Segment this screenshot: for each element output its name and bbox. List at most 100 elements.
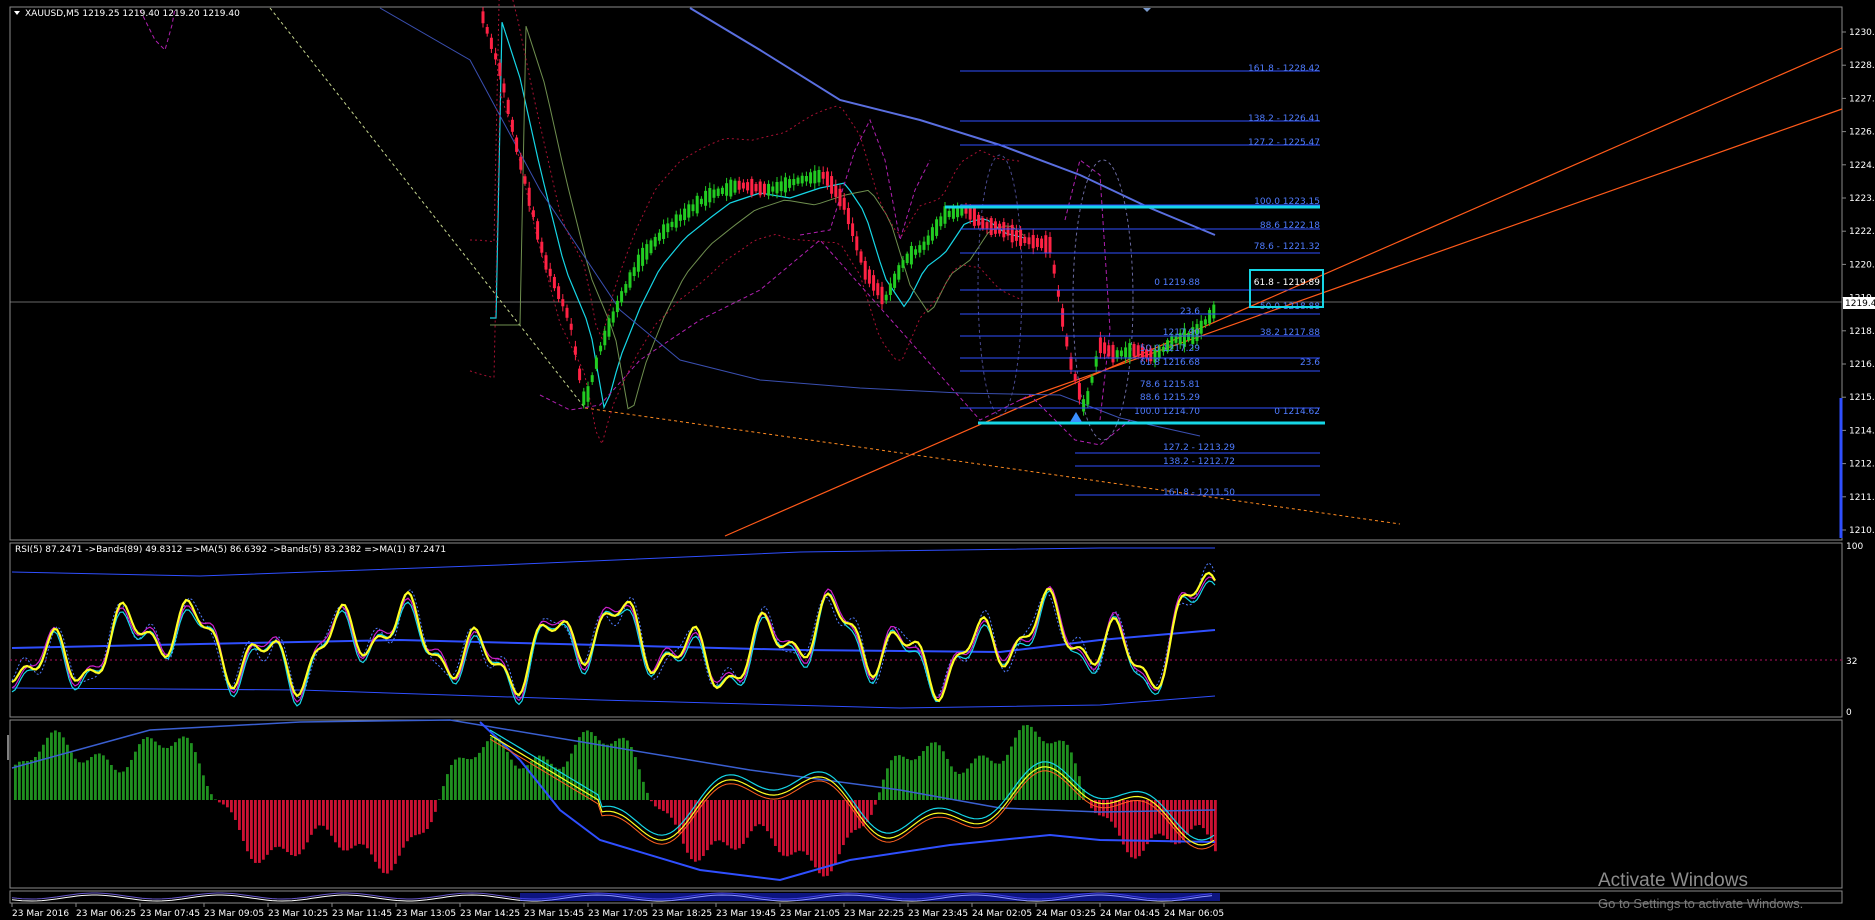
- fib-upper-label: 38.2 1217.88: [1260, 328, 1320, 338]
- histogram-bar: [674, 800, 677, 825]
- histogram-bar: [18, 761, 21, 800]
- histogram-bar: [230, 800, 233, 813]
- histogram-bar: [958, 773, 961, 800]
- histogram-bar: [262, 800, 265, 860]
- histogram-bar: [110, 765, 113, 800]
- menu-triangle-icon[interactable]: [14, 11, 20, 15]
- histogram-bar: [754, 800, 757, 827]
- histogram-bar: [1070, 752, 1073, 800]
- watermark-title: Activate Windows: [1598, 870, 1748, 891]
- histogram-bar: [418, 800, 421, 835]
- histogram-bar: [890, 760, 893, 800]
- histogram-bar: [882, 779, 885, 800]
- histogram-bar: [942, 751, 945, 800]
- histogram-bar: [346, 800, 349, 851]
- histogram-bar: [438, 799, 441, 800]
- time-axis-label: 24 Mar 02:05: [972, 909, 1032, 919]
- candle-body: [565, 307, 569, 318]
- time-axis-label: 23 Mar 13:05: [396, 909, 456, 919]
- candle-body: [548, 268, 552, 277]
- fib-upper-label: 88.6 1222.18: [1260, 221, 1320, 231]
- histogram-bar: [946, 758, 949, 800]
- histogram-bar: [1138, 800, 1141, 857]
- histogram-bar: [554, 767, 557, 800]
- price-axis-label: 1220.7: [1849, 260, 1875, 270]
- current-price: 1219.4: [1845, 299, 1875, 309]
- histogram-bar: [162, 747, 165, 800]
- histogram-bar: [358, 800, 361, 844]
- histogram-bar: [622, 737, 625, 800]
- histogram-bar: [538, 755, 541, 800]
- histogram-bar: [758, 800, 761, 825]
- histogram-bar: [310, 800, 313, 835]
- candle-body: [594, 357, 598, 369]
- candle-body: [653, 236, 657, 247]
- histogram-bar: [258, 800, 261, 863]
- candle-body: [683, 208, 687, 221]
- histogram-bar: [602, 743, 605, 800]
- dashed-trendline: [269, 7, 586, 409]
- price-axis-label: 1222.1: [1849, 227, 1875, 237]
- price-axis-label: 1211.4: [1849, 493, 1875, 503]
- histogram-bar: [978, 755, 981, 800]
- candle-body: [972, 208, 976, 226]
- histogram-bar: [58, 732, 61, 800]
- histogram-bar: [830, 800, 833, 872]
- candle-body: [825, 171, 829, 186]
- candle-body: [674, 214, 678, 228]
- chart-window[interactable]: 161.8 - 1228.42 138.2 - 1226.41 127.2 - 12…: [0, 0, 1875, 920]
- histogram-bar: [434, 800, 437, 812]
- time-axis-label: 23 Mar 11:45: [332, 909, 392, 919]
- histogram-bar: [834, 800, 837, 864]
- candle-body: [670, 221, 674, 227]
- candle-body: [939, 216, 943, 227]
- price-axis-label: 1214.0: [1849, 426, 1875, 436]
- histogram-bar: [134, 751, 137, 800]
- dashed-ellipse-left: [977, 154, 1023, 416]
- histogram-bar: [874, 800, 877, 805]
- candle-body: [603, 330, 607, 346]
- fibonacci-levels: 161.8 - 1228.42 138.2 - 1226.41 127.2 - 12…: [945, 8, 1325, 498]
- histogram-bar: [742, 800, 745, 844]
- histogram-bar: [734, 800, 737, 850]
- histogram-bar: [666, 800, 669, 814]
- histogram-bar: [1142, 800, 1145, 851]
- candle-body: [922, 241, 926, 250]
- candle-body: [1056, 289, 1060, 297]
- candle-body: [1010, 224, 1014, 243]
- candle-body: [968, 208, 972, 220]
- histogram-bar: [482, 747, 485, 800]
- histogram-bar: [398, 800, 401, 856]
- candle-body: [733, 180, 737, 193]
- histogram-bar: [810, 800, 813, 861]
- histogram-bar: [410, 800, 413, 838]
- histogram-bar: [478, 752, 481, 800]
- histogram-bar: [14, 764, 17, 800]
- candle-body: [1052, 264, 1056, 274]
- bottom-fill: [520, 893, 1220, 901]
- histogram-bar: [122, 771, 125, 800]
- main-pane[interactable]: [9, 6, 1843, 541]
- candle-body: [792, 179, 796, 186]
- histogram-bar: [746, 800, 749, 838]
- histogram-bar: [402, 800, 405, 848]
- histogram-bar: [642, 781, 645, 800]
- histogram-bar: [782, 800, 785, 856]
- candle-body: [649, 240, 653, 254]
- fib-upper-label: 0 1214.62: [1274, 407, 1320, 417]
- fib-upper-label: 138.2 - 1226.41: [1248, 114, 1320, 124]
- candle-body: [536, 221, 540, 240]
- histogram-bar: [1190, 800, 1193, 830]
- candle-body: [1086, 391, 1090, 405]
- candle-body: [943, 206, 947, 224]
- candle-body: [893, 273, 897, 288]
- candle-body: [947, 210, 951, 218]
- price-axis-label: 1215.4: [1849, 393, 1875, 403]
- histogram-bar: [210, 794, 213, 800]
- candle-body: [834, 185, 838, 197]
- histogram-bar: [638, 769, 641, 800]
- histogram-bar: [214, 799, 217, 800]
- histogram-bar: [458, 757, 461, 800]
- histogram-bar: [218, 800, 221, 803]
- rsi-pane[interactable]: [9, 542, 1843, 718]
